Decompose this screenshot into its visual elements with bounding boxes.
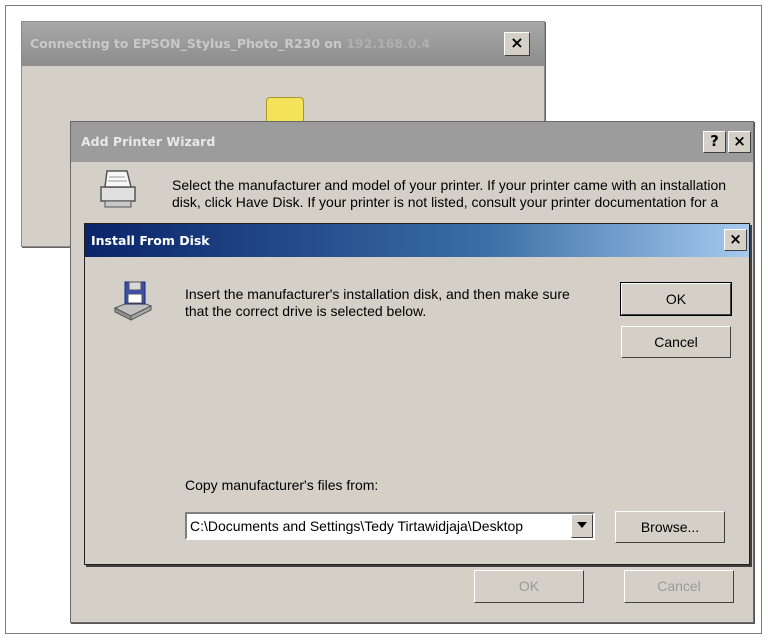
install-ok-button[interactable]: OK bbox=[620, 282, 732, 316]
chevron-down-icon bbox=[577, 522, 587, 528]
copy-path-combobox[interactable]: C:\Documents and Settings\Tedy Tirtawidj… bbox=[185, 512, 595, 540]
copy-path-dropdown-button[interactable] bbox=[571, 514, 593, 538]
install-title-bar: Install From Disk × bbox=[85, 224, 749, 257]
copy-files-label: Copy manufacturer's files from: bbox=[185, 477, 379, 493]
install-cancel-button[interactable]: Cancel bbox=[621, 326, 731, 358]
wizard-intro-text: Select the manufacturer and model of you… bbox=[172, 177, 727, 214]
wizard-cancel-button[interactable]: Cancel bbox=[624, 570, 734, 603]
wizard-header-area: Select the manufacturer and model of you… bbox=[71, 122, 753, 214]
connecting-title-text: Connecting to EPSON_Stylus_Photo_R230 on bbox=[30, 36, 347, 51]
folder-icon bbox=[266, 97, 304, 123]
connecting-title-ip: 192.168.0.4 bbox=[346, 36, 431, 51]
connecting-close-button[interactable]: × bbox=[504, 32, 530, 56]
connecting-title-bar: Connecting to EPSON_Stylus_Photo_R230 on… bbox=[22, 22, 544, 66]
copy-path-value[interactable]: C:\Documents and Settings\Tedy Tirtawidj… bbox=[190, 514, 567, 538]
install-close-button[interactable]: × bbox=[724, 229, 747, 251]
floppy-disk-drive-icon bbox=[113, 281, 153, 321]
printer-icon bbox=[100, 170, 136, 208]
install-title: Install From Disk bbox=[91, 233, 210, 248]
close-icon: × bbox=[510, 33, 524, 52]
browse-button[interactable]: Browse... bbox=[615, 511, 725, 543]
wizard-ok-button[interactable]: OK bbox=[474, 570, 584, 603]
install-message: Insert the manufacturer's installation d… bbox=[185, 286, 570, 319]
install-from-disk-dialog: Install From Disk × Insert the manufactu… bbox=[84, 223, 750, 565]
close-icon: × bbox=[729, 230, 742, 248]
